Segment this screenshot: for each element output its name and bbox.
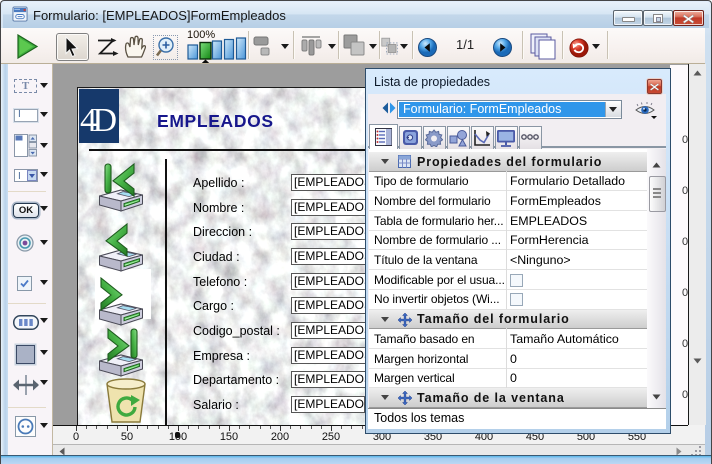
svg-text:I: I: [18, 171, 21, 182]
